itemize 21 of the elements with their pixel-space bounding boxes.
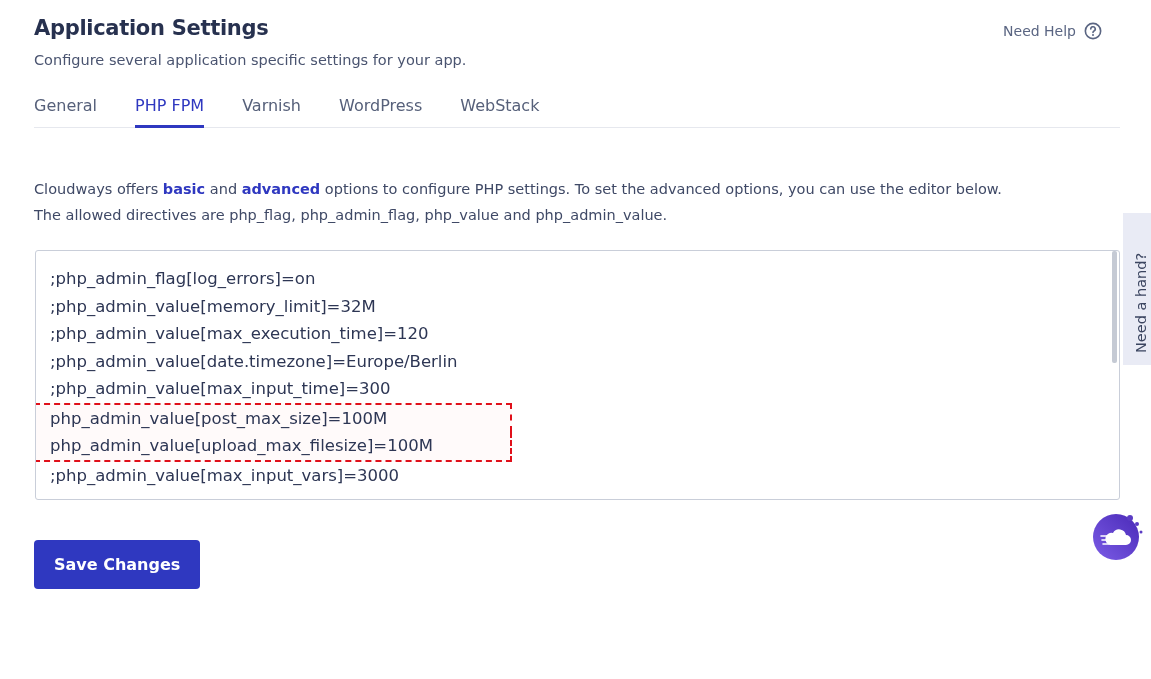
code-line: ;php_admin_value[max_input_vars]=3000 — [49, 464, 401, 487]
help-link[interactable]: Need Help — [1003, 22, 1102, 40]
code-editor[interactable] — [35, 250, 1120, 500]
tab[interactable]: PHP FPM — [135, 96, 205, 128]
code-line: ;php_admin_value[max_input_time]=300 — [49, 378, 392, 400]
save-button[interactable]: Save Changes — [34, 540, 201, 589]
tab[interactable]: Varnish — [242, 96, 301, 128]
tab[interactable]: WordPress — [339, 96, 423, 128]
description-text: The allowed directives are php_flag, php_admin_flag, php_value and php_admin_value. — [34, 206, 669, 225]
tab[interactable]: General — [34, 96, 98, 128]
page-title: Application Settings — [34, 16, 270, 40]
code-line: ;php_admin_value[memory_limit]=32M — [49, 295, 377, 318]
description-text: Cloudways offers basic and advanced options to configure PHP settings. To set the advanced options, you can use the editor below. — [34, 180, 1003, 199]
scrollbar-thumb[interactable] — [1112, 251, 1117, 363]
tab[interactable]: WebStack — [460, 96, 540, 128]
code-line: ;php_admin_value[max_execution_time]=120 — [49, 323, 430, 345]
help-icon — [1084, 22, 1102, 40]
side-tab[interactable]: Need a hand? — [1123, 213, 1151, 365]
page-subtitle: Configure several application specific settings for your app. — [34, 52, 467, 68]
code-line: ;php_admin_value[date.timezone]=Europe/Berlin — [49, 350, 459, 373]
code-line: ;php_admin_flag[log_errors]=on — [49, 268, 317, 290]
